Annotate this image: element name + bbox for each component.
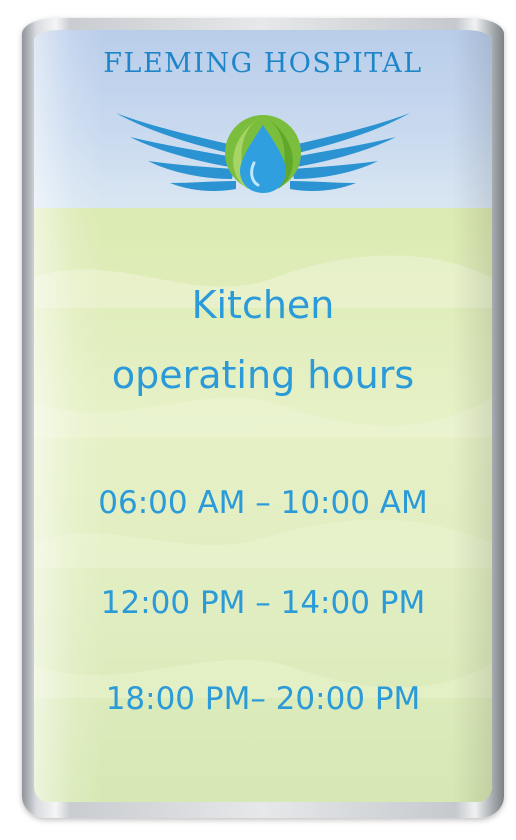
panel-edge-shade: [452, 30, 492, 802]
panel-glare: [34, 30, 104, 802]
sign-panel: FLEMING HOSPITAL Kitchen operating hours…: [34, 30, 492, 802]
winged-drop-logo-icon: [116, 113, 410, 193]
sign-stage: FLEMING HOSPITAL Kitchen operating hours…: [0, 0, 516, 840]
